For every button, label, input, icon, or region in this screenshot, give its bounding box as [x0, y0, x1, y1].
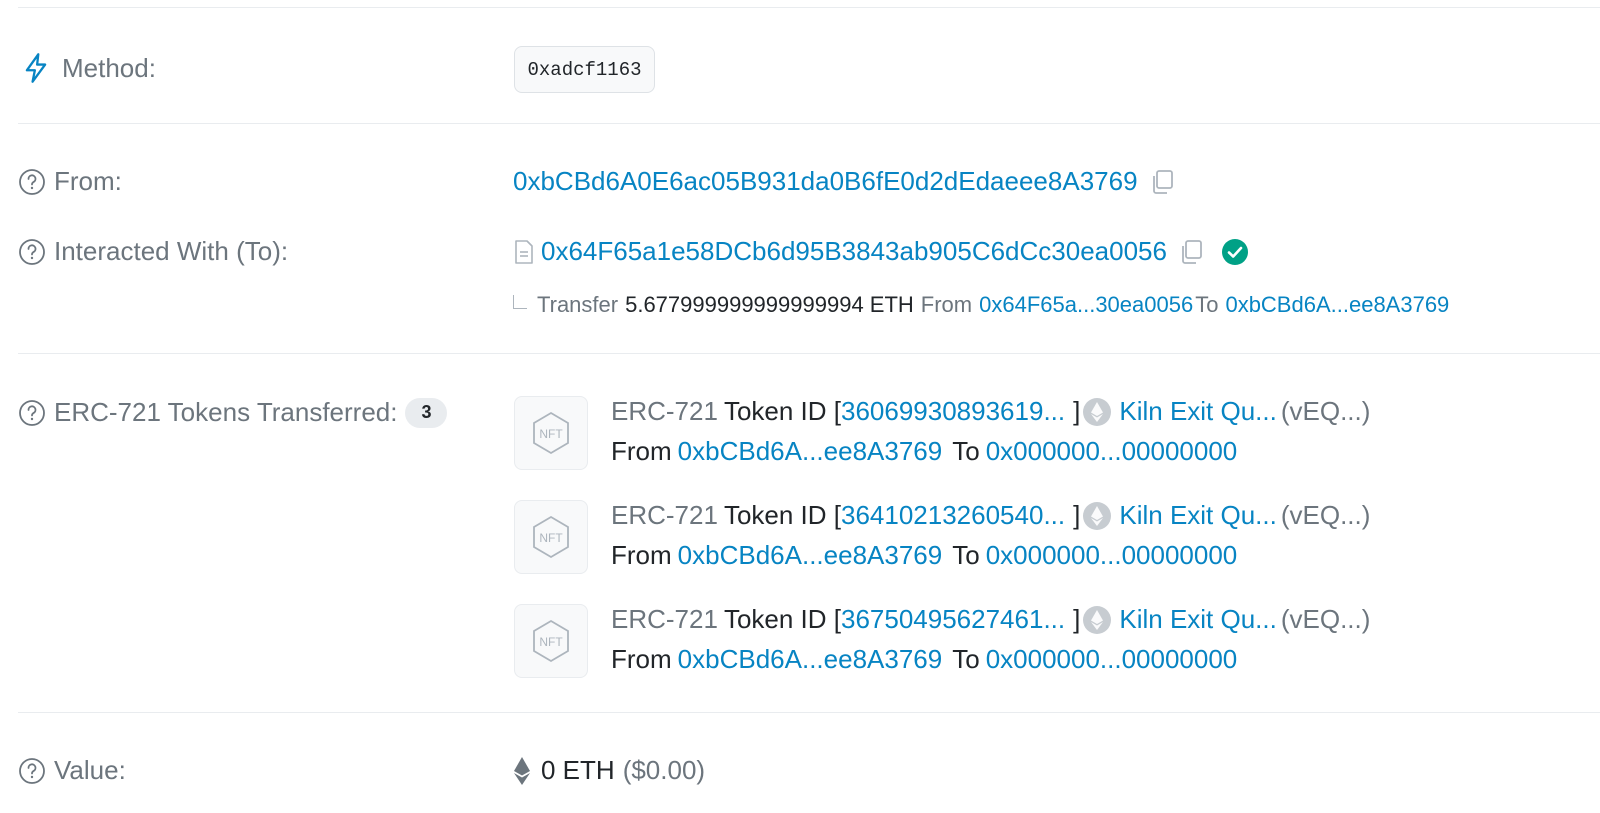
- token-id-label: Token ID [: [723, 604, 841, 634]
- token-to-link[interactable]: 0x000000...00000000: [986, 644, 1238, 675]
- token-line-1: ERC-721 Token ID [ 36069930893619... ] K…: [611, 396, 1376, 427]
- token-from-link[interactable]: 0xbCBd6A...ee8A3769: [678, 436, 943, 467]
- token-id-link[interactable]: 36069930893619...: [841, 396, 1065, 427]
- token-name-link[interactable]: Kiln Exit Qu...: [1119, 500, 1277, 531]
- token-line-2: From 0xbCBd6A...ee8A3769 To 0x000000...0…: [611, 540, 1237, 571]
- value-label-text: Value:: [54, 755, 126, 785]
- transfer-to-word: To: [1195, 292, 1219, 317]
- ethereum-icon: [514, 756, 530, 785]
- nft-thumbnail[interactable]: NFT: [514, 604, 588, 678]
- method-label: Method:: [18, 52, 156, 84]
- divider-2: [18, 353, 1600, 354]
- transfer-to-link[interactable]: 0xbCBd6A...ee8A3769: [1225, 292, 1449, 318]
- token-id-bracket: ]: [1073, 604, 1081, 634]
- method-label-text: Method:: [62, 52, 156, 83]
- divider-1: [18, 123, 1600, 124]
- token-symbol: (vEQ...): [1280, 604, 1371, 634]
- token-id-link[interactable]: 36410213260540...: [841, 500, 1065, 531]
- nft-icon: NFT: [533, 411, 569, 455]
- question-circle-icon[interactable]: [18, 168, 46, 196]
- ethereum-token-icon: [1083, 397, 1112, 426]
- value-amount: 0 ETH ($0.00): [513, 755, 705, 786]
- token-count-badge: 3: [405, 397, 448, 428]
- token-symbol: (vEQ...): [1280, 500, 1371, 530]
- question-circle-icon[interactable]: [18, 757, 46, 785]
- value-eth: 0 ETH: [541, 755, 615, 785]
- divider-top: [18, 7, 1600, 8]
- token-to-link[interactable]: 0x000000...00000000: [986, 540, 1238, 571]
- nft-thumbnail[interactable]: NFT: [514, 396, 588, 470]
- token-to-link[interactable]: 0x000000...00000000: [986, 436, 1238, 467]
- erc721-label: ERC-721 Tokens Transferred: 3: [18, 397, 448, 428]
- token-id-bracket: ]: [1073, 396, 1081, 426]
- from-label: From:: [18, 166, 122, 197]
- divider-3: [18, 712, 1600, 713]
- transfer-from-link[interactable]: 0x64F65a...30ea0056: [979, 292, 1193, 318]
- token-id-label: Token ID [: [723, 500, 841, 530]
- from-address-link[interactable]: 0xbCBd6A0E6ac05B931da0B6fE0d2dEdaeee8A37…: [513, 166, 1138, 197]
- question-circle-icon[interactable]: [18, 399, 46, 427]
- token-from-link[interactable]: 0xbCBd6A...ee8A3769: [678, 540, 943, 571]
- from-label-text: From:: [54, 166, 122, 196]
- token-standard: ERC-721: [611, 500, 718, 530]
- transfer-from-word: From: [920, 292, 973, 317]
- svg-text:NFT: NFT: [539, 531, 563, 545]
- value-usd: ($0.00): [622, 755, 706, 785]
- interacted-with-label-text: Interacted With (To):: [54, 236, 289, 266]
- token-from-word: From: [611, 540, 672, 570]
- contract-file-icon: [515, 239, 533, 264]
- token-to-word: To: [952, 436, 980, 466]
- svg-text:NFT: NFT: [539, 635, 563, 649]
- token-line-1: ERC-721 Token ID [ 36410213260540... ] K…: [611, 500, 1376, 531]
- token-line-2: From 0xbCBd6A...ee8A3769 To 0x000000...0…: [611, 436, 1237, 467]
- from-value: 0xbCBd6A0E6ac05B931da0B6fE0d2dEdaeee8A37…: [513, 166, 1176, 197]
- copy-icon[interactable]: [1177, 238, 1205, 266]
- svg-text:NFT: NFT: [539, 427, 563, 441]
- nft-icon: NFT: [533, 515, 569, 559]
- transfer-amount: 5.677999999999999994 ETH: [625, 292, 914, 317]
- method-badge[interactable]: 0xadcf1163: [514, 46, 655, 93]
- interacted-with-value: 0x64F65a1e58DCb6d95B3843ab905C6dCc30ea00…: [513, 236, 1249, 267]
- token-id-label: Token ID [: [723, 396, 841, 426]
- token-standard: ERC-721: [611, 396, 718, 426]
- token-name-link[interactable]: Kiln Exit Qu...: [1119, 396, 1277, 427]
- token-line-1: ERC-721 Token ID [ 36750495627461... ] K…: [611, 604, 1376, 635]
- nft-thumbnail[interactable]: NFT: [514, 500, 588, 574]
- token-from-word: From: [611, 436, 672, 466]
- verified-check-icon: [1221, 238, 1248, 265]
- token-line-2: From 0xbCBd6A...ee8A3769 To 0x000000...0…: [611, 644, 1237, 675]
- value-label: Value:: [18, 755, 126, 786]
- tree-corner-icon: [513, 295, 527, 309]
- token-standard: ERC-721: [611, 604, 718, 634]
- token-to-word: To: [952, 540, 980, 570]
- transfer-word: Transfer: [537, 292, 619, 317]
- interacted-with-label: Interacted With (To):: [18, 236, 288, 267]
- contract-address-link[interactable]: 0x64F65a1e58DCb6d95B3843ab905C6dCc30ea00…: [541, 236, 1167, 267]
- copy-icon[interactable]: [1148, 168, 1176, 196]
- internal-transfer: Transfer 5.677999999999999994 ETH From 0…: [513, 292, 1449, 318]
- erc721-label-text: ERC-721 Tokens Transferred:: [54, 397, 398, 427]
- ethereum-token-icon: [1083, 605, 1112, 634]
- token-symbol: (vEQ...): [1280, 396, 1371, 426]
- token-id-bracket: ]: [1073, 500, 1081, 530]
- nft-icon: NFT: [533, 619, 569, 663]
- token-from-link[interactable]: 0xbCBd6A...ee8A3769: [678, 644, 943, 675]
- lightning-icon: [25, 53, 47, 83]
- question-circle-icon[interactable]: [18, 238, 46, 266]
- token-id-link[interactable]: 36750495627461...: [841, 604, 1065, 635]
- token-from-word: From: [611, 644, 672, 674]
- ethereum-token-icon: [1083, 501, 1112, 530]
- token-to-word: To: [952, 644, 980, 674]
- token-name-link[interactable]: Kiln Exit Qu...: [1119, 604, 1277, 635]
